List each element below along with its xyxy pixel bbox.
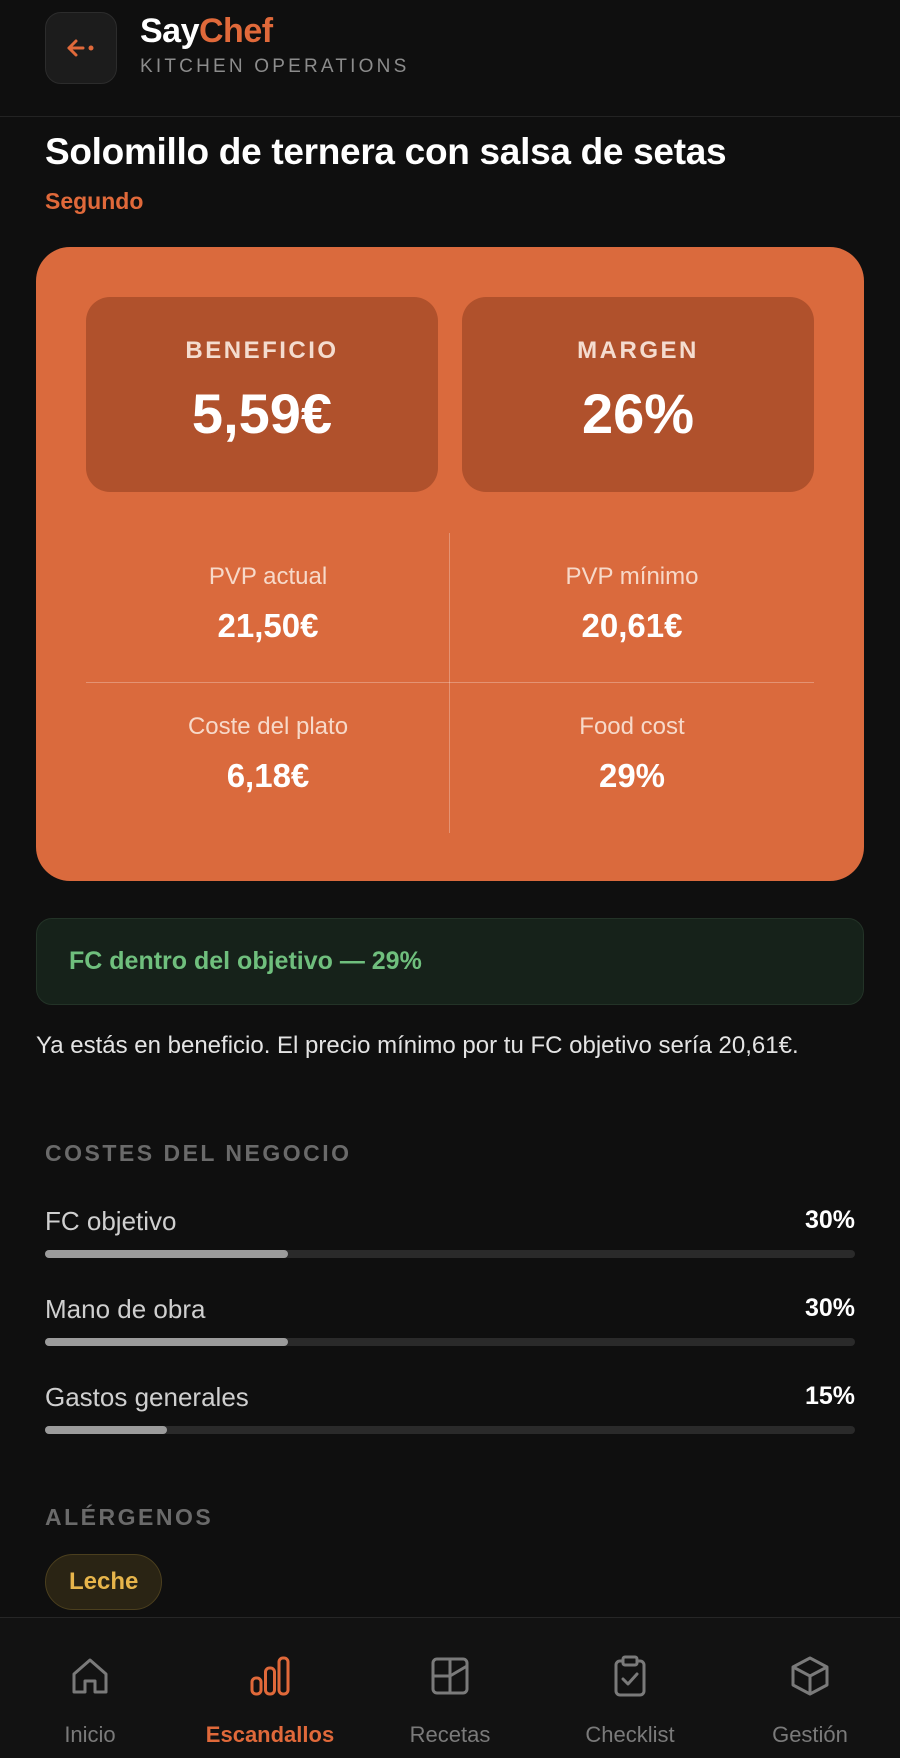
metric-value: 29%: [598, 757, 666, 794]
metric-value: 21,50€: [217, 607, 319, 644]
page-title: Solomillo de ternera con salsa de setas: [45, 131, 727, 172]
nav-item-escandallos[interactable]: Escandallos: [180, 1618, 360, 1758]
cost-row-fc-objetivo: FC objetivo 30%: [45, 1206, 855, 1266]
metric-label: PVP mínimo: [565, 563, 699, 590]
cost-value: 30%: [804, 1206, 855, 1234]
margen-label: MARGEN: [577, 337, 699, 364]
horizontal-divider: [86, 682, 814, 683]
cost-bar-track: [45, 1426, 855, 1434]
cost-label: FC objetivo: [45, 1206, 177, 1236]
box-icon: [791, 1656, 829, 1696]
nav-label: Escandallos: [205, 1722, 335, 1747]
fc-status-text: FC dentro del objetivo — 29%: [69, 947, 422, 975]
nav-item-recetas[interactable]: Recetas: [360, 1618, 540, 1758]
pricing-note: Ya estás en beneficio. El precio mínimo …: [36, 1032, 799, 1059]
app: SayChef KITCHEN OPERATIONS Solomillo de …: [0, 0, 900, 1758]
nav-item-gestion[interactable]: Gestión: [720, 1618, 900, 1758]
metric-pvp-minimo: PVP mínimo 20,61€: [450, 563, 814, 645]
brand-name-part2: Chef: [199, 12, 273, 50]
nav-label: Inicio: [64, 1722, 116, 1747]
nav-item-checklist[interactable]: Checklist: [540, 1618, 720, 1758]
cost-bar-fill: [45, 1338, 288, 1346]
cost-bar-track: [45, 1338, 855, 1346]
brand-name: SayChef: [140, 10, 409, 52]
fc-status-banner: FC dentro del objetivo — 29%: [36, 918, 864, 1005]
clipboard-check-icon: [614, 1655, 646, 1697]
cost-value: 30%: [804, 1294, 855, 1322]
metric-label: Food cost: [579, 713, 685, 740]
nav-label: Gestión: [772, 1722, 848, 1747]
metric-value: 6,18€: [226, 757, 310, 794]
cost-summary-card: BENEFICIO 5,59€ MARGEN 26% PVP actual 21…: [36, 247, 864, 881]
costs-section-title: COSTES DEL NEGOCIO: [45, 1140, 352, 1166]
cost-row-mano-obra: Mano de obra 30%: [45, 1294, 855, 1354]
beneficio-box: BENEFICIO 5,59€: [86, 297, 438, 492]
back-button[interactable]: [45, 12, 117, 84]
top-bar: SayChef KITCHEN OPERATIONS: [0, 0, 900, 117]
beneficio-label: BENEFICIO: [185, 337, 339, 364]
book-icon: [431, 1657, 469, 1695]
metric-label: PVP actual: [208, 563, 328, 590]
cost-bar-track: [45, 1250, 855, 1258]
dish-category: Segundo: [45, 188, 144, 214]
cost-bar-fill: [45, 1426, 167, 1434]
nav-label: Recetas: [409, 1722, 491, 1747]
cost-row-gastos-generales: Gastos generales 15%: [45, 1382, 855, 1442]
allergens-section-title: ALÉRGENOS: [45, 1504, 214, 1530]
brand: SayChef KITCHEN OPERATIONS: [140, 10, 409, 78]
margen-box: MARGEN 26%: [462, 297, 814, 492]
margen-value: 26%: [581, 382, 695, 445]
metric-pvp-actual: PVP actual 21,50€: [86, 563, 450, 645]
cost-bar-fill: [45, 1250, 288, 1258]
bottom-nav: Inicio Escandallos Recetas Checklist Ges…: [0, 1617, 900, 1758]
cost-label: Gastos generales: [45, 1382, 249, 1412]
metric-label: Coste del plato: [187, 713, 349, 740]
home-icon: [72, 1658, 108, 1694]
brand-name-part1: Say: [140, 12, 200, 50]
bar-chart-icon: [250, 1656, 290, 1696]
cost-label: Mano de obra: [45, 1294, 206, 1324]
metric-coste-plato: Coste del plato 6,18€: [86, 713, 450, 795]
nav-item-inicio[interactable]: Inicio: [0, 1618, 180, 1758]
metric-food-cost: Food cost 29%: [450, 713, 814, 795]
brand-subtitle: KITCHEN OPERATIONS: [140, 56, 410, 77]
beneficio-value: 5,59€: [191, 382, 333, 445]
nav-label: Checklist: [585, 1722, 675, 1747]
cost-value: 15%: [804, 1382, 855, 1410]
metric-value: 20,61€: [581, 607, 683, 644]
allergen-chip: Leche: [45, 1554, 163, 1610]
arrow-left-icon: [67, 39, 94, 57]
